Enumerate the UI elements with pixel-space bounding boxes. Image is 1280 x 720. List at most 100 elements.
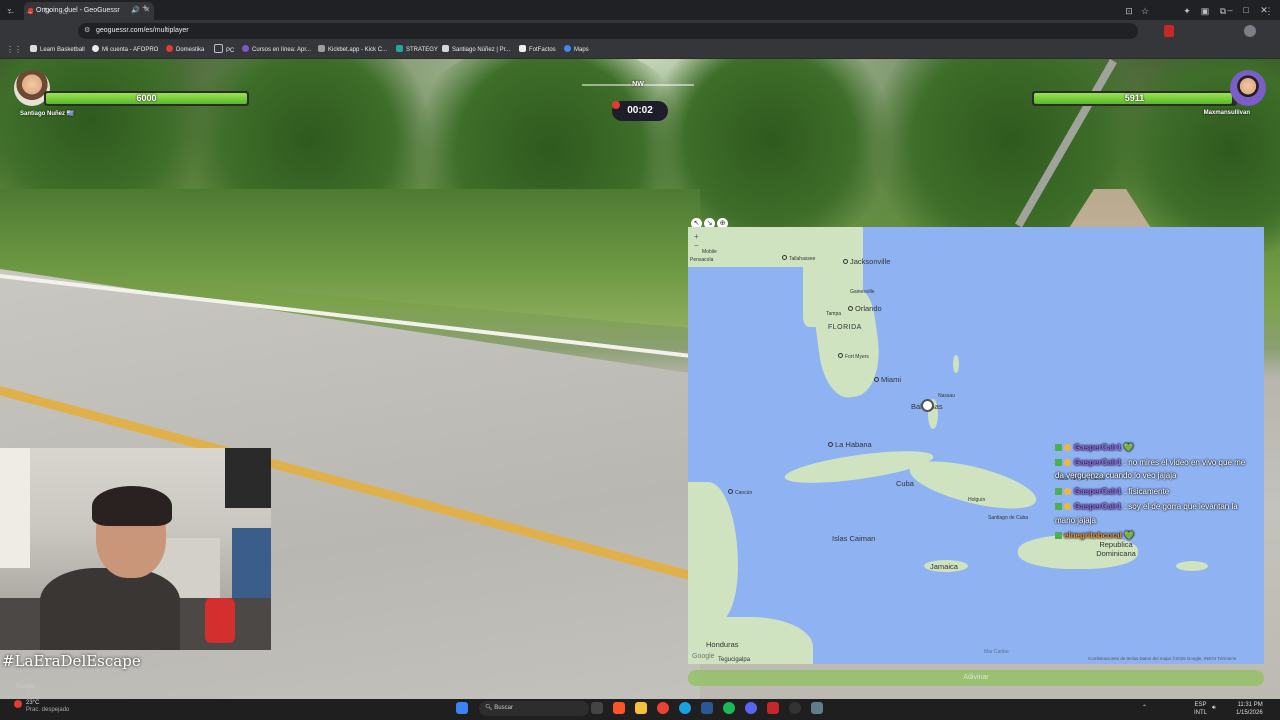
map-label-cuba: Cuba	[896, 479, 914, 488]
tray-chevron-icon[interactable]: ⌃	[1142, 701, 1147, 715]
language-indicator[interactable]: ESP INTL	[1194, 701, 1207, 717]
map-label-islas-caiman: Islas Caiman	[832, 534, 876, 543]
chat-message: GasperCalr1 : soy el de gorra que levant…	[1055, 501, 1238, 512]
map-label-gainesville: Gainesville	[850, 289, 875, 295]
bookmark-item[interactable]: Santiago Núñez | Pr...	[442, 44, 510, 56]
bookmark-item[interactable]: FotFactos	[519, 44, 556, 56]
language-code: ESP	[1194, 702, 1207, 708]
store-icon[interactable]	[701, 702, 713, 714]
home-icon[interactable]: ⌂	[58, 4, 72, 18]
zoom-out-button[interactable]: −	[694, 241, 702, 250]
bookmark-item[interactable]: STRATEGY	[396, 44, 438, 56]
streamer-hair	[92, 486, 172, 526]
compass-heading: NW	[632, 81, 644, 88]
discord-icon[interactable]	[745, 702, 757, 714]
task-view-icon[interactable]	[591, 702, 603, 714]
profile-avatar[interactable]	[1244, 25, 1256, 37]
site-info-icon[interactable]: ⚙	[84, 25, 90, 37]
land-cuba-east	[905, 451, 1041, 519]
timer-indicator-icon	[612, 101, 620, 109]
map-label-miami: Miami	[874, 375, 901, 384]
player1-health-bar: 6000	[44, 91, 249, 106]
player2-avatar	[1230, 70, 1266, 106]
google-logo: Google	[692, 653, 715, 660]
brave-browser-icon[interactable]	[613, 702, 625, 714]
zoom-in-button[interactable]: +	[694, 232, 702, 241]
weather-desc: Prac. despejado	[26, 707, 70, 713]
chat-message: elnegritobcoral 💚	[1055, 530, 1134, 541]
player2-health-value: 5911	[1124, 93, 1145, 103]
address-bar[interactable]	[78, 23, 1138, 39]
stream-overlay-text: #LaEraDelEscape	[2, 652, 141, 670]
obs-icon[interactable]	[789, 702, 801, 714]
new-tab-button[interactable]: +	[142, 3, 148, 14]
map-label-tegucigalpa: Tegucigalpa	[718, 657, 751, 663]
land-bahamas	[953, 355, 959, 373]
chat-message-continuation: mano jajaja	[1055, 516, 1096, 525]
clock[interactable]: 11:31 PM 1/15/2026	[1236, 701, 1263, 717]
extensions-puzzle-icon[interactable]: ⧉	[1216, 4, 1230, 18]
bookmark-star-icon[interactable]: ☆	[1138, 4, 1152, 18]
monitor	[232, 528, 271, 608]
chrome-icon[interactable]	[657, 702, 669, 714]
player1-health-value: 6000	[136, 93, 157, 103]
map-label-florida: FLORIDA	[828, 324, 862, 331]
speaker-icon[interactable]: 🔊	[131, 2, 140, 20]
menu-icon[interactable]: ⋮	[1262, 4, 1276, 18]
map-attribution: Combinaciones de teclas Datos del mapa ©…	[1088, 656, 1237, 661]
extension-icon[interactable]: ✦	[1180, 4, 1194, 18]
back-icon[interactable]: ←	[4, 4, 18, 18]
bookmark-item[interactable]: Learn Basketball	[30, 44, 85, 56]
media-icon[interactable]: ▣	[1198, 4, 1212, 18]
network-volume-icon[interactable]: 🔊︎	[1212, 701, 1216, 715]
search-icon: 🔍︎	[485, 705, 493, 711]
speaker-box	[225, 448, 271, 508]
map-label-republica-dominicana: Republica Dominicana	[1096, 540, 1136, 558]
bookmark-folder[interactable]: PC	[214, 44, 234, 57]
windows-start-icon[interactable]	[456, 702, 468, 714]
map-label-tampa: Tampa	[826, 311, 842, 317]
spotify-icon[interactable]	[723, 702, 735, 714]
maximize-button[interactable]: □	[1238, 2, 1254, 18]
guess-map[interactable]: Jacksonville Tallahassee Mobile Pensacol…	[688, 227, 1264, 664]
install-app-icon[interactable]: ⊡	[1122, 4, 1136, 18]
map-label-mobile: Mobile	[702, 249, 717, 255]
clock-time: 11:31 PM	[1237, 702, 1263, 708]
bookmark-item[interactable]: Cursos en línea: Apr...	[242, 44, 311, 56]
guess-button[interactable]: Adivinar	[688, 670, 1264, 686]
compass: NW	[582, 80, 694, 90]
weather-alert-icon[interactable]	[14, 700, 22, 708]
map-label-holguin: Holguín	[968, 497, 986, 503]
map-size-controls: ↖ ↘ ⊕	[691, 212, 733, 229]
clock-date: 1/15/2026	[1236, 710, 1263, 716]
reload-icon[interactable]: ↻	[40, 4, 54, 18]
guess-pin-marker[interactable]	[921, 399, 934, 412]
apps-grid-icon[interactable]: ⋮⋮	[6, 44, 22, 56]
round-timer: 00:02	[612, 101, 668, 121]
player1-name: Santiago Nuñez 🇺🇾	[20, 111, 75, 117]
language-layout: INTL	[1194, 710, 1208, 716]
map-label-fort-myers: Fort Myers	[838, 353, 869, 360]
chat-message-continuation: da verguenza cuando lo veo jajaja	[1055, 471, 1177, 480]
edge-icon[interactable]	[679, 702, 691, 714]
map-label-nassau: Nassau	[938, 393, 955, 399]
chat-message: GasperCalr1 : físicamente	[1055, 486, 1169, 497]
bookmark-item[interactable]: Maps	[564, 44, 589, 56]
map-label-jamaica: Jamaica	[930, 562, 958, 571]
bookmark-item[interactable]: Mi cuenta - AFOPRO	[92, 44, 158, 56]
forward-icon[interactable]: →	[22, 4, 36, 18]
bookmark-item[interactable]: Kickbet.app - Kick C...	[318, 44, 387, 56]
file-explorer-icon[interactable]	[635, 702, 647, 714]
url-text: geoguessr.com/es/multiplayer	[96, 27, 189, 34]
weather-temp: 23°C	[26, 700, 40, 706]
taskbar-search[interactable]: 🔍︎ Buscar	[479, 701, 589, 716]
weather-widget[interactable]: 23°C Prac. despejado	[26, 700, 69, 714]
settings-icon[interactable]	[811, 702, 823, 714]
pdf-extension-icon[interactable]	[1164, 25, 1174, 37]
street-view-google-watermark: Google	[16, 684, 36, 690]
search-placeholder: Buscar	[494, 705, 513, 711]
bookmark-item[interactable]: Domestika	[166, 44, 204, 56]
browser-tab-bar	[0, 0, 1280, 20]
acrobat-icon[interactable]	[767, 702, 779, 714]
land-yucatan	[688, 482, 738, 622]
